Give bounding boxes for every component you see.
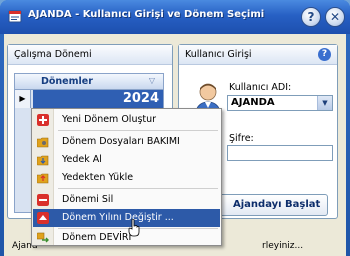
up-arrow-icon — [37, 212, 49, 224]
menu-item-new-period[interactable]: Yeni Dönem Oluştur — [33, 111, 220, 129]
menu-item-restore[interactable]: Yedekten Yükle — [33, 169, 220, 187]
menu-separator — [58, 130, 218, 131]
menu-item-delete-period[interactable]: Dönemi Sil — [33, 191, 220, 209]
help-icon[interactable]: ? — [318, 48, 331, 61]
folder-restore-icon — [37, 173, 49, 184]
menu-item-change-year[interactable]: Dönem Yılını Değiştir ... — [33, 209, 220, 227]
username-select[interactable]: AJANDA ▼ — [227, 95, 333, 111]
work-period-title: Çalışma Dönemi — [8, 45, 172, 65]
app-icon — [8, 10, 22, 23]
password-label: Şifre: — [229, 133, 254, 144]
menu-item-label: Yeni Dönem Oluştur — [62, 114, 157, 125]
menu-item-label: Yedekten Yükle — [62, 172, 134, 183]
menu-item-maintenance[interactable]: Dönem Dosyaları BAKIMI — [33, 133, 220, 151]
title-bar[interactable]: AJANDA - Kullanıcı Girişi ve Dönem Seçim… — [0, 0, 350, 34]
minus-icon — [37, 194, 49, 206]
password-field[interactable] — [227, 145, 333, 161]
mouse-cursor-icon — [128, 219, 140, 237]
table-row[interactable]: ▶ 2024 — [15, 90, 163, 108]
username-value: AJANDA — [231, 97, 275, 108]
menu-item-label: Dönem Dosyaları BAKIMI — [62, 136, 180, 147]
window-title: AJANDA - Kullanıcı Girişi ve Dönem Seçim… — [28, 9, 265, 20]
plus-icon — [37, 114, 49, 126]
transfer-icon — [37, 232, 49, 243]
grid-column-header[interactable]: Dönemler ▽ — [15, 74, 163, 90]
menu-item-label: Dönem Yılını Değiştir ... — [62, 212, 174, 223]
period-year-cell[interactable]: 2024 — [33, 90, 163, 108]
menu-item-backup[interactable]: Yedek Al — [33, 151, 220, 169]
folder-backup-icon — [37, 155, 49, 166]
context-menu: Yeni Dönem Oluştur Dönem Dosyaları BAKIM… — [31, 108, 222, 246]
close-button[interactable]: ✕ — [325, 7, 345, 27]
menu-item-label: Yedek Al — [62, 154, 102, 165]
menu-item-label: Dönem DEVİRİ — [62, 232, 132, 243]
menu-item-transfer[interactable]: Dönem DEVİRİ — [33, 229, 220, 247]
chevron-down-icon[interactable]: ▼ — [317, 96, 332, 110]
filter-icon[interactable]: ▽ — [149, 76, 155, 85]
row-indicator-icon: ▶ — [15, 90, 31, 108]
status-text-right: rleyiniz... — [262, 241, 304, 251]
user-login-header: Kullanıcı Girişi ? — [179, 45, 337, 65]
menu-separator — [58, 188, 218, 189]
folder-gear-icon — [37, 137, 49, 148]
user-login-title: Kullanıcı Girişi — [185, 49, 252, 60]
username-label: Kullanıcı ADI: — [229, 82, 292, 93]
help-button[interactable]: ? — [301, 7, 321, 27]
grid-column-label: Dönemler — [41, 76, 93, 87]
menu-item-label: Dönemi Sil — [62, 194, 114, 205]
